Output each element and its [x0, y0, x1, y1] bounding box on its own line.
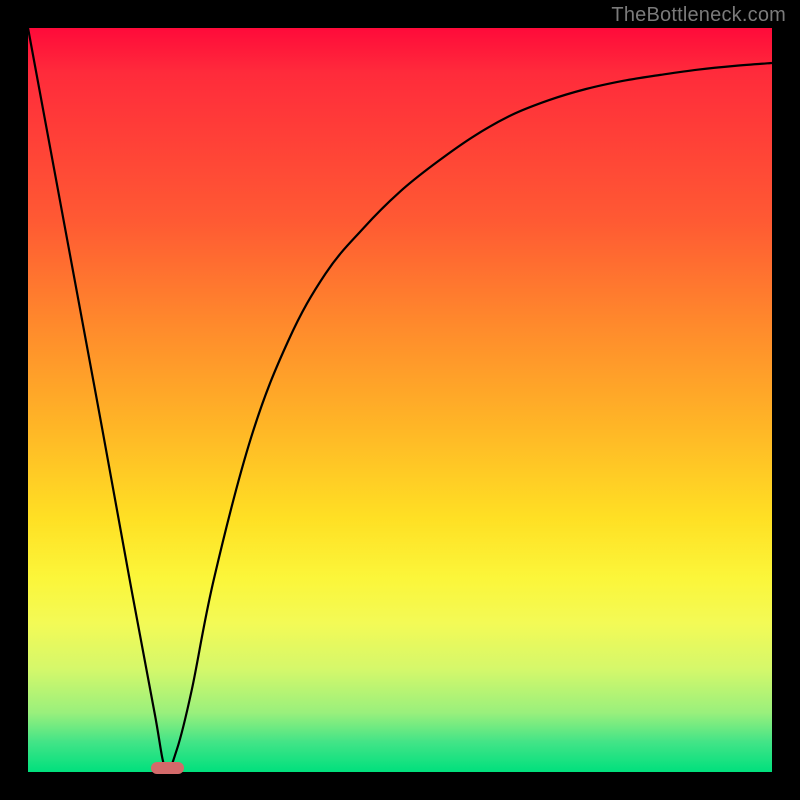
plot-area	[28, 28, 772, 772]
bottleneck-curve	[28, 28, 772, 772]
outer-frame: TheBottleneck.com	[0, 0, 800, 800]
watermark-text: TheBottleneck.com	[611, 4, 786, 27]
optimal-marker	[151, 762, 184, 774]
curve-path	[28, 28, 772, 770]
